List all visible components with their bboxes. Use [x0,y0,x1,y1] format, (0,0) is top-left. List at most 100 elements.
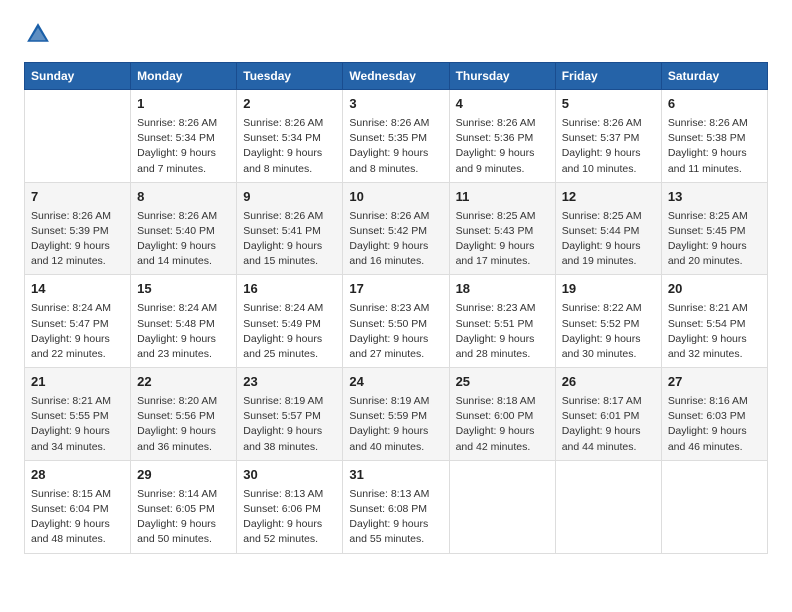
day-number: 12 [562,188,655,207]
calendar-cell [25,90,131,183]
logo [24,20,56,48]
day-number: 15 [137,280,230,299]
calendar-cell: 11Sunrise: 8:25 AM Sunset: 5:43 PM Dayli… [449,182,555,275]
cell-content: Sunrise: 8:26 AM Sunset: 5:36 PM Dayligh… [456,116,549,177]
cell-content: Sunrise: 8:26 AM Sunset: 5:40 PM Dayligh… [137,209,230,270]
calendar-cell: 28Sunrise: 8:15 AM Sunset: 6:04 PM Dayli… [25,460,131,553]
day-number: 30 [243,466,336,485]
weekday-header-friday: Friday [555,63,661,90]
cell-content: Sunrise: 8:17 AM Sunset: 6:01 PM Dayligh… [562,394,655,455]
cell-content: Sunrise: 8:13 AM Sunset: 6:06 PM Dayligh… [243,487,336,548]
cell-content: Sunrise: 8:19 AM Sunset: 5:57 PM Dayligh… [243,394,336,455]
day-number: 25 [456,373,549,392]
day-number: 7 [31,188,124,207]
day-number: 21 [31,373,124,392]
day-number: 20 [668,280,761,299]
calendar-cell: 24 Sunrise: 8:19 AM Sunset: 5:59 PM Dayli… [343,368,449,461]
cell-content: Sunrise: 8:24 AM Sunset: 5:48 PM Dayligh… [137,301,230,362]
calendar-cell: 18 Sunrise: 8:23 AM Sunset: 5:51 PM Dayli… [449,275,555,368]
weekday-header-thursday: Thursday [449,63,555,90]
cell-content: Sunrise: 8:24 AM Sunset: 5:47 PM Dayligh… [31,301,124,362]
calendar-cell: 13Sunrise: 8:25 AM Sunset: 5:45 PM Dayli… [661,182,767,275]
day-number: 26 [562,373,655,392]
day-number: 29 [137,466,230,485]
calendar-cell: 30 Sunrise: 8:13 AM Sunset: 6:06 PM Dayli… [237,460,343,553]
header [24,20,768,48]
day-number: 27 [668,373,761,392]
calendar-cell: 26 Sunrise: 8:17 AM Sunset: 6:01 PM Dayli… [555,368,661,461]
day-number: 11 [456,188,549,207]
cell-content: Sunrise: 8:20 AM Sunset: 5:56 PM Dayligh… [137,394,230,455]
cell-content: Sunrise: 8:26 AM Sunset: 5:38 PM Dayligh… [668,116,761,177]
cell-content: Sunrise: 8:25 AM Sunset: 5:45 PM Dayligh… [668,209,761,270]
calendar-cell [555,460,661,553]
calendar-cell: 10 Sunrise: 8:26 AM Sunset: 5:42 PM Dayli… [343,182,449,275]
calendar-cell: 25 Sunrise: 8:18 AM Sunset: 6:00 PM Dayli… [449,368,555,461]
cell-content: Sunrise: 8:18 AM Sunset: 6:00 PM Dayligh… [456,394,549,455]
day-number: 17 [349,280,442,299]
calendar-cell: 29 Sunrise: 8:14 AM Sunset: 6:05 PM Dayli… [131,460,237,553]
calendar-cell: 8Sunrise: 8:26 AM Sunset: 5:40 PM Daylig… [131,182,237,275]
day-number: 28 [31,466,124,485]
cell-content: Sunrise: 8:25 AM Sunset: 5:44 PM Dayligh… [562,209,655,270]
day-number: 9 [243,188,336,207]
calendar-cell [449,460,555,553]
day-number: 5 [562,95,655,114]
calendar-cell: 21 Sunrise: 8:21 AM Sunset: 5:55 PM Dayli… [25,368,131,461]
logo-icon [24,20,52,48]
weekday-header-wednesday: Wednesday [343,63,449,90]
day-number: 18 [456,280,549,299]
week-row-3: 14 Sunrise: 8:24 AM Sunset: 5:47 PM Dayli… [25,275,768,368]
page: SundayMondayTuesdayWednesdayThursdayFrid… [0,0,792,612]
cell-content: Sunrise: 8:19 AM Sunset: 5:59 PM Dayligh… [349,394,442,455]
day-number: 16 [243,280,336,299]
calendar-cell: 20 Sunrise: 8:21 AM Sunset: 5:54 PM Dayli… [661,275,767,368]
calendar-cell: 1Sunrise: 8:26 AM Sunset: 5:34 PM Daylig… [131,90,237,183]
calendar-cell: 12 Sunrise: 8:25 AM Sunset: 5:44 PM Dayli… [555,182,661,275]
calendar-cell: 4 Sunrise: 8:26 AM Sunset: 5:36 PM Daylig… [449,90,555,183]
calendar-cell: 17Sunrise: 8:23 AM Sunset: 5:50 PM Dayli… [343,275,449,368]
calendar-cell: 15 Sunrise: 8:24 AM Sunset: 5:48 PM Dayli… [131,275,237,368]
calendar-cell: 9 Sunrise: 8:26 AM Sunset: 5:41 PM Daylig… [237,182,343,275]
week-row-4: 21 Sunrise: 8:21 AM Sunset: 5:55 PM Dayli… [25,368,768,461]
day-number: 1 [137,95,230,114]
day-number: 24 [349,373,442,392]
cell-content: Sunrise: 8:22 AM Sunset: 5:52 PM Dayligh… [562,301,655,362]
calendar-cell [661,460,767,553]
weekday-header-monday: Monday [131,63,237,90]
week-row-5: 28Sunrise: 8:15 AM Sunset: 6:04 PM Dayli… [25,460,768,553]
week-row-2: 7Sunrise: 8:26 AM Sunset: 5:39 PM Daylig… [25,182,768,275]
day-number: 14 [31,280,124,299]
cell-content: Sunrise: 8:26 AM Sunset: 5:37 PM Dayligh… [562,116,655,177]
calendar-cell: 3 Sunrise: 8:26 AM Sunset: 5:35 PM Daylig… [343,90,449,183]
cell-content: Sunrise: 8:21 AM Sunset: 5:55 PM Dayligh… [31,394,124,455]
cell-content: Sunrise: 8:16 AM Sunset: 6:03 PM Dayligh… [668,394,761,455]
calendar-table: SundayMondayTuesdayWednesdayThursdayFrid… [24,62,768,554]
cell-content: Sunrise: 8:21 AM Sunset: 5:54 PM Dayligh… [668,301,761,362]
cell-content: Sunrise: 8:24 AM Sunset: 5:49 PM Dayligh… [243,301,336,362]
cell-content: Sunrise: 8:26 AM Sunset: 5:42 PM Dayligh… [349,209,442,270]
cell-content: Sunrise: 8:26 AM Sunset: 5:41 PM Dayligh… [243,209,336,270]
day-number: 4 [456,95,549,114]
day-number: 23 [243,373,336,392]
cell-content: Sunrise: 8:13 AM Sunset: 6:08 PM Dayligh… [349,487,442,548]
cell-content: Sunrise: 8:26 AM Sunset: 5:35 PM Dayligh… [349,116,442,177]
day-number: 6 [668,95,761,114]
cell-content: Sunrise: 8:23 AM Sunset: 5:51 PM Dayligh… [456,301,549,362]
calendar-cell: 27 Sunrise: 8:16 AM Sunset: 6:03 PM Dayli… [661,368,767,461]
day-number: 10 [349,188,442,207]
calendar-cell: 16 Sunrise: 8:24 AM Sunset: 5:49 PM Dayli… [237,275,343,368]
day-number: 2 [243,95,336,114]
cell-content: Sunrise: 8:26 AM Sunset: 5:34 PM Dayligh… [243,116,336,177]
calendar-cell: 7Sunrise: 8:26 AM Sunset: 5:39 PM Daylig… [25,182,131,275]
weekday-header-row: SundayMondayTuesdayWednesdayThursdayFrid… [25,63,768,90]
calendar-cell: 19Sunrise: 8:22 AM Sunset: 5:52 PM Dayli… [555,275,661,368]
calendar-cell: 23 Sunrise: 8:19 AM Sunset: 5:57 PM Dayli… [237,368,343,461]
day-number: 31 [349,466,442,485]
cell-content: Sunrise: 8:14 AM Sunset: 6:05 PM Dayligh… [137,487,230,548]
day-number: 22 [137,373,230,392]
day-number: 3 [349,95,442,114]
calendar-cell: 5 Sunrise: 8:26 AM Sunset: 5:37 PM Daylig… [555,90,661,183]
weekday-header-sunday: Sunday [25,63,131,90]
week-row-1: 1 Sunrise: 8:26 AM Sunset: 5:34 PM Daylig… [25,90,768,183]
